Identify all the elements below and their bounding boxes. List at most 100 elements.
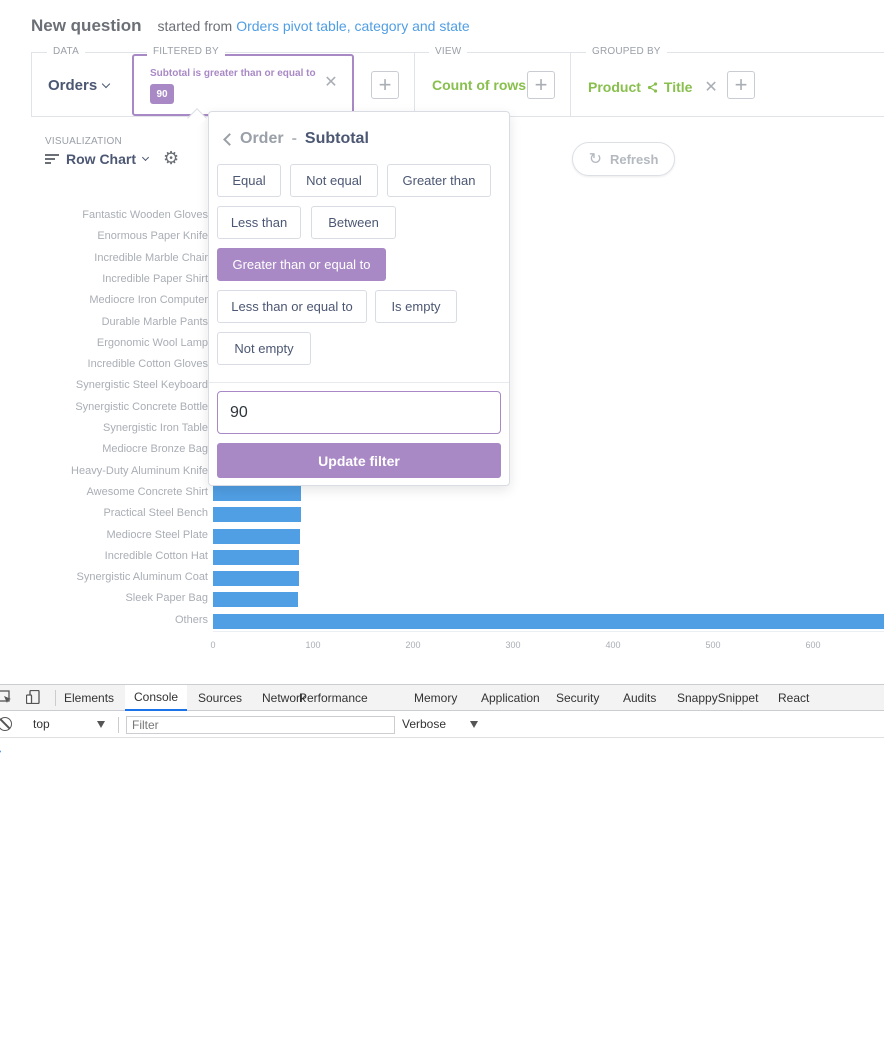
- devtools-tab-security[interactable]: Security: [547, 685, 608, 711]
- filter-summary: Subtotal is greater than or equal to: [150, 68, 316, 79]
- category-label: Synergistic Iron Table: [103, 422, 208, 434]
- popover-divider: [209, 382, 509, 383]
- query-builder-bar: DATA Orders Subtotal is greater than or …: [31, 46, 884, 117]
- page-title: New question: [31, 16, 142, 35]
- category-label: Synergistic Concrete Bottle: [75, 400, 208, 413]
- log-level-value: Verbose: [402, 717, 447, 731]
- close-icon[interactable]: ✕: [324, 75, 338, 91]
- update-filter-button[interactable]: Update filter: [217, 443, 501, 478]
- operator-button-greater-than-or-equal-to[interactable]: Greater than or equal to: [217, 248, 386, 281]
- console-prompt[interactable]: ›: [0, 743, 1, 758]
- add-aggregation-button[interactable]: +: [527, 71, 555, 99]
- breakout-field: Title: [663, 79, 693, 95]
- category-label: Synergistic Aluminum Coat: [76, 571, 208, 584]
- aggregation-count-of-rows[interactable]: Count of rows: [432, 77, 526, 93]
- dropdown-triangle-icon: [470, 721, 478, 728]
- section-divider: [414, 53, 415, 117]
- visualization-type-selector[interactable]: Row Chart: [45, 151, 150, 167]
- filter-value-input[interactable]: [217, 391, 501, 434]
- data-section-label: DATA: [47, 46, 85, 57]
- x-tick-label: 500: [705, 640, 721, 650]
- operator-button-equal[interactable]: Equal: [217, 164, 281, 197]
- category-label: Awesome Concrete Shirt: [86, 485, 208, 498]
- row-chart-icon: [45, 153, 59, 165]
- view-section-label: VIEW: [429, 46, 468, 57]
- clear-console-icon[interactable]: [0, 717, 12, 731]
- devtools-tab-audits[interactable]: Audits: [614, 685, 665, 711]
- operator-button-less-than[interactable]: Less than: [217, 206, 301, 239]
- category-label: Others: [174, 613, 208, 626]
- breakout-table: Product: [588, 79, 641, 95]
- category-label: Mediocre Steel Plate: [106, 528, 209, 541]
- chart-bar[interactable]: [213, 549, 299, 565]
- category-label: Heavy-Duty Aluminum Knife: [71, 464, 208, 477]
- category-label: Enormous Paper Knife: [97, 230, 208, 243]
- x-tick-label: 0: [210, 640, 216, 650]
- devtools-tab-snappysnippet[interactable]: SnappySnippet: [668, 685, 767, 711]
- popover-separator: -: [291, 130, 297, 147]
- filtered-by-label: FILTERED BY: [147, 46, 225, 57]
- log-level-selector[interactable]: Verbose: [402, 717, 478, 731]
- close-icon[interactable]: ✕: [704, 77, 717, 97]
- chart-bar[interactable]: [213, 613, 884, 629]
- operator-button-not-equal[interactable]: Not equal: [290, 164, 378, 197]
- refresh-icon: ↻: [588, 151, 602, 168]
- operator-button-between[interactable]: Between: [311, 206, 396, 239]
- popover-table-name: Order: [240, 130, 284, 147]
- devtools-tab-console[interactable]: Console: [125, 685, 188, 711]
- popover-header[interactable]: Order - Subtotal: [221, 130, 369, 148]
- chart-bar[interactable]: [213, 571, 299, 587]
- breakout-product-title[interactable]: Product Title ✕: [588, 77, 718, 97]
- x-axis-line: [213, 631, 884, 632]
- refresh-button[interactable]: ↻ Refresh: [572, 142, 675, 176]
- console-filter-input[interactable]: [126, 716, 395, 734]
- chevron-left-icon[interactable]: [223, 132, 236, 146]
- operator-button-greater-than[interactable]: Greater than: [387, 164, 491, 197]
- inspect-element-icon[interactable]: [0, 690, 12, 704]
- category-label: Incredible Cotton Gloves: [87, 358, 208, 371]
- chart-bar[interactable]: [213, 485, 301, 501]
- devtools-tab-memory[interactable]: Memory: [405, 685, 466, 711]
- category-label: Sleek Paper Bag: [125, 592, 208, 605]
- category-label: Incredible Cotton Hat: [104, 549, 208, 562]
- devtools-tab-bar: Elements Console Sources Network Performance…: [0, 685, 884, 711]
- category-label: Incredible Paper Shirt: [102, 272, 208, 285]
- source-question-link[interactable]: Orders pivot table, category and state: [236, 18, 469, 34]
- data-source-name: Orders: [48, 77, 98, 94]
- category-label: Ergonomic Wool Lamp: [96, 336, 208, 349]
- started-from-text: started from: [157, 18, 233, 34]
- section-divider: [570, 53, 571, 117]
- gear-icon[interactable]: ⚙: [163, 148, 179, 169]
- context-selector[interactable]: top: [33, 717, 111, 731]
- chevron-down-icon: [101, 79, 111, 88]
- category-label: Practical Steel Bench: [103, 507, 208, 520]
- chart-bar[interactable]: [213, 592, 298, 608]
- chart-bar[interactable]: [213, 507, 301, 523]
- category-label: Synergistic Steel Keyboard: [75, 379, 208, 392]
- chart-bar[interactable]: [213, 528, 300, 544]
- data-source-selector[interactable]: Orders: [48, 77, 111, 94]
- devtools-panel: Elements Console Sources Network Performance…: [0, 684, 884, 1064]
- add-filter-button[interactable]: +: [371, 71, 399, 99]
- chevron-down-icon: [141, 153, 150, 161]
- operator-button-less-than-or-equal-to[interactable]: Less than or equal to: [217, 290, 367, 323]
- devtools-tab-application[interactable]: Application: [472, 685, 549, 711]
- device-toolbar-icon[interactable]: [26, 690, 40, 704]
- console-toolbar: top Verbose: [0, 712, 884, 738]
- add-breakout-button[interactable]: +: [727, 71, 755, 99]
- operator-button-not-empty[interactable]: Not empty: [217, 332, 311, 365]
- devtools-tab-performance[interactable]: Performance: [290, 685, 377, 711]
- x-tick-label: 400: [605, 640, 621, 650]
- grouped-by-section-label: GROUPED BY: [586, 46, 667, 57]
- visualization-label: VISUALIZATION: [45, 136, 122, 147]
- operator-button-is-empty[interactable]: Is empty: [375, 290, 457, 323]
- devtools-tab-elements[interactable]: Elements: [55, 685, 123, 711]
- filter-widget[interactable]: Subtotal is greater than or equal to 90 …: [132, 54, 354, 116]
- x-tick-label: 300: [505, 640, 521, 650]
- visualization-type-name: Row Chart: [66, 151, 136, 167]
- devtools-tab-sources[interactable]: Sources: [189, 685, 251, 711]
- filter-popover: Order - Subtotal Update filter Equal Not …: [208, 111, 510, 486]
- devtools-tab-react[interactable]: React: [769, 685, 818, 711]
- fk-link-icon: [647, 81, 657, 93]
- context-value: top: [33, 717, 50, 731]
